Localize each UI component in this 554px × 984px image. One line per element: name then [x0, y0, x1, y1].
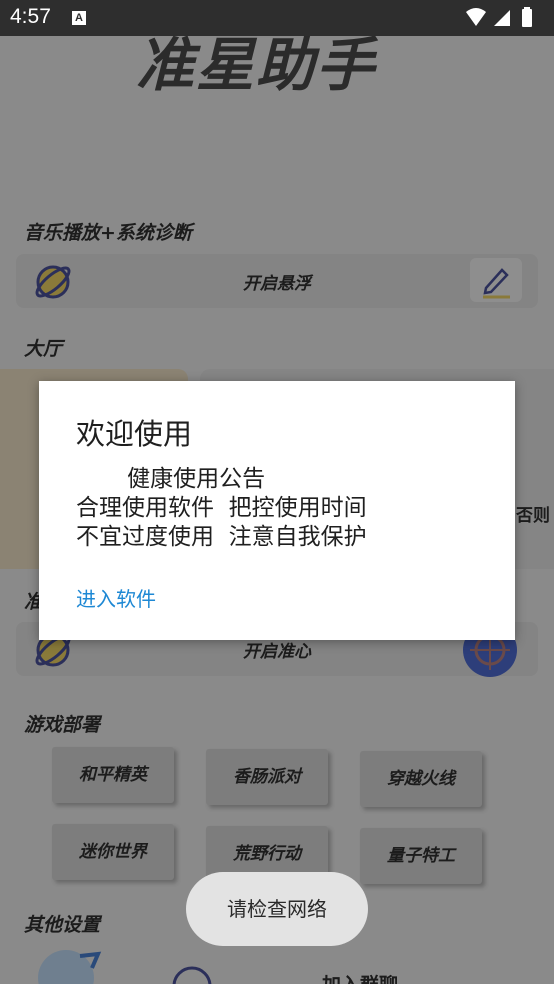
pencil-icon: [483, 268, 510, 299]
notification-icon: A: [72, 11, 86, 25]
enter-app-button[interactable]: 进入软件: [76, 583, 156, 612]
wifi-icon: [466, 8, 486, 26]
dialog-body: 健康使用公告 合理使用软件 把控使用时间 不宜过度使用 注意自我保护: [76, 465, 367, 552]
join-group-label: 加入群聊: [322, 970, 398, 984]
status-bar: 4:57 A: [0, 0, 554, 36]
lobby-section-title: 大厅: [24, 338, 63, 360]
game-button[interactable]: 穿越火线: [360, 751, 482, 807]
status-icons: [464, 6, 544, 34]
game-button[interactable]: 和平精英: [52, 747, 174, 803]
crosshair-button-label: 开启准心: [243, 642, 311, 662]
edit-button[interactable]: [470, 258, 522, 302]
lobby-side-text: 否则: [516, 506, 550, 526]
floating-window-row[interactable]: 开启悬浮: [16, 254, 538, 308]
dialog-body-line: 健康使用公告: [76, 466, 266, 492]
other-section-title: 其他设置: [24, 914, 101, 936]
welcome-dialog: 欢迎使用 健康使用公告 合理使用软件 把控使用时间 不宜过度使用 注意自我保护 …: [39, 381, 515, 640]
music-section-title: 音乐播放+系统诊断: [24, 222, 192, 244]
game-button[interactable]: 量子特工: [360, 828, 482, 884]
game-button[interactable]: 迷你世界: [52, 824, 174, 880]
network-toast: 请检查网络: [186, 872, 368, 946]
app-title: 准星助手: [136, 36, 377, 99]
dialog-title: 欢迎使用: [76, 417, 193, 451]
battery-icon: [522, 7, 532, 27]
globe-icon: [32, 944, 104, 984]
signal-icon: [494, 10, 510, 26]
other-settings-row[interactable]: 加入群聊: [0, 944, 554, 984]
floating-window-button-label: 开启悬浮: [243, 274, 311, 294]
game-section-title: 游戏部署: [24, 714, 101, 736]
group-icon: [170, 964, 214, 984]
dialog-body-line: 合理使用软件 把控使用时间: [76, 495, 367, 521]
status-time: 4:57: [10, 5, 51, 28]
dialog-body-line: 不宜过度使用 注意自我保护: [76, 524, 367, 550]
game-button[interactable]: 香肠派对: [206, 749, 328, 805]
